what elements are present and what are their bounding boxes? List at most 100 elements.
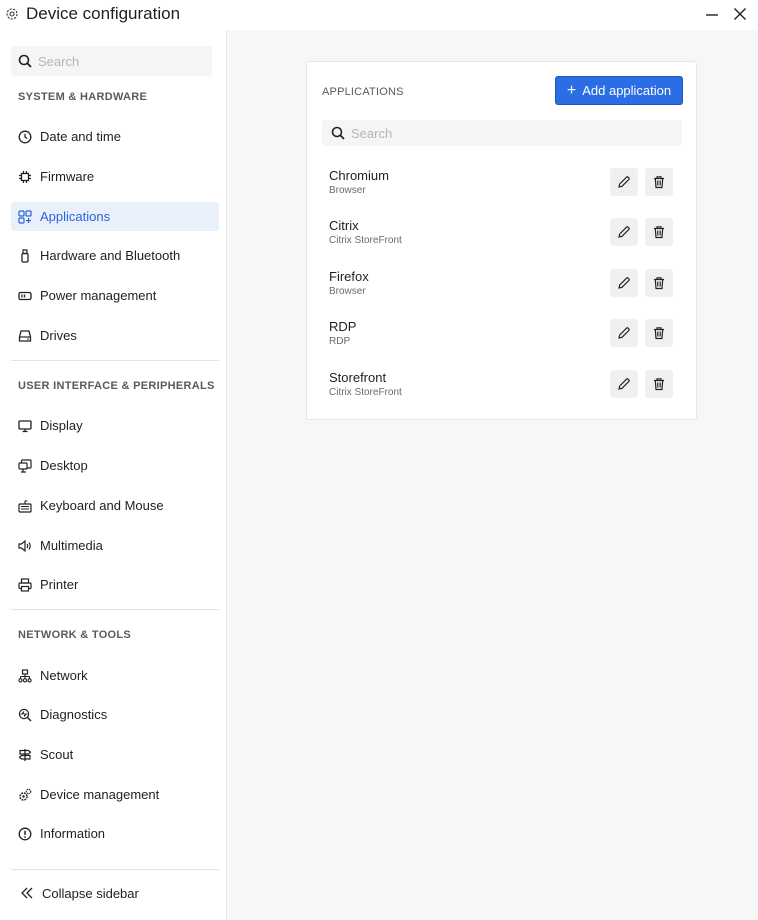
delete-button[interactable] <box>645 319 673 347</box>
applications-card: APPLICATIONS + Add application Chromium … <box>306 61 697 420</box>
section-label-system-hardware: SYSTEM & HARDWARE <box>18 91 148 103</box>
monitor-icon <box>17 418 33 434</box>
title-bar: Device configuration <box>0 0 758 30</box>
sidebar-item-applications[interactable]: Applications <box>11 202 219 231</box>
minimize-button[interactable] <box>703 5 721 23</box>
sidebar-item-label: Firmware <box>40 169 95 184</box>
double-chevron-left-icon <box>20 886 34 900</box>
list-item-chromium: Chromium Browser <box>322 163 682 203</box>
battery-icon <box>17 288 33 304</box>
sidebar-item-information[interactable]: Information <box>11 819 219 848</box>
sidebar-item-device-management[interactable]: Device management <box>11 780 219 809</box>
sidebar-search-input[interactable] <box>38 53 198 69</box>
sidebar-footer-divider <box>11 869 219 870</box>
section-label-network-tools: NETWORK & TOOLS <box>18 629 132 641</box>
sidebar-item-label: Display <box>40 418 83 433</box>
sidebar-item-firmware[interactable]: Firmware <box>11 162 219 191</box>
sidebar-item-label: Drives <box>40 328 77 343</box>
sidebar-item-label: Keyboard and Mouse <box>40 498 164 513</box>
sidebar-item-label: Device management <box>40 787 160 802</box>
sidebar-item-hardware-and-bluetooth[interactable]: Hardware and Bluetooth <box>11 241 219 270</box>
sidebar-item-label: Information <box>40 826 106 841</box>
edit-button[interactable] <box>610 319 638 347</box>
pencil-icon <box>618 378 630 390</box>
delete-button[interactable] <box>645 168 673 196</box>
list-item-citrix: Citrix Citrix StoreFront <box>322 213 682 253</box>
delete-button[interactable] <box>645 370 673 398</box>
edit-button[interactable] <box>610 269 638 297</box>
app-name: Chromium <box>329 168 389 183</box>
sidebar-item-label: Date and time <box>40 129 121 144</box>
app-type: Browser <box>329 185 366 196</box>
plus-icon: + <box>566 81 577 99</box>
sidebar-item-keyboard-and-mouse[interactable]: Keyboard and Mouse <box>11 491 219 520</box>
app-name: Firefox <box>329 269 369 284</box>
chip-icon <box>17 169 33 185</box>
sidebar-item-multimedia[interactable]: Multimedia <box>11 531 219 560</box>
sidebar-item-power-management[interactable]: Power management <box>11 281 219 310</box>
usb-icon <box>17 248 33 264</box>
section-divider <box>11 360 219 361</box>
collapse-sidebar-label: Collapse sidebar <box>42 885 139 901</box>
apps-icon <box>17 209 33 225</box>
applications-search-input[interactable] <box>351 125 651 141</box>
trash-icon <box>654 277 664 290</box>
pencil-icon <box>618 226 630 238</box>
pencil-icon <box>618 327 630 339</box>
app-type: RDP <box>329 336 351 347</box>
sidebar-item-diagnostics[interactable]: Diagnostics <box>11 700 219 729</box>
info-icon <box>17 826 33 842</box>
list-item-firefox: Firefox Browser <box>322 264 682 304</box>
add-application-button[interactable]: + Add application <box>555 76 683 105</box>
app-name: Storefront <box>329 370 387 385</box>
minimize-icon <box>706 14 718 16</box>
sidebar: SYSTEM & HARDWARE Date and time Firmware… <box>0 30 227 920</box>
search-icon <box>18 54 32 68</box>
sidebar-item-label: Diagnostics <box>40 707 108 722</box>
sidebar-item-drives[interactable]: Drives <box>11 321 219 350</box>
clock-icon <box>17 129 33 145</box>
sidebar-item-label: Power management <box>40 288 157 303</box>
gears-icon <box>17 787 33 803</box>
collapse-sidebar-button[interactable]: Collapse sidebar <box>11 879 219 907</box>
sidebar-item-network[interactable]: Network <box>11 661 219 690</box>
edit-button[interactable] <box>610 168 638 196</box>
app-type: Browser <box>329 286 366 297</box>
network-icon <box>17 668 33 684</box>
sidebar-item-date-and-time[interactable]: Date and time <box>11 122 219 151</box>
edit-button[interactable] <box>610 218 638 246</box>
keyboard-icon <box>17 498 33 514</box>
sidebar-item-label: Applications <box>40 209 111 224</box>
applications-search[interactable] <box>322 120 682 146</box>
trash-icon <box>654 176 664 189</box>
app-type: Citrix StoreFront <box>329 387 402 398</box>
sidebar-item-label: Printer <box>40 577 79 592</box>
close-icon <box>734 8 746 20</box>
desktop-icon <box>17 458 33 474</box>
sidebar-search[interactable] <box>11 46 212 76</box>
sidebar-item-desktop[interactable]: Desktop <box>11 451 219 480</box>
close-button[interactable] <box>731 5 749 23</box>
delete-button[interactable] <box>645 218 673 246</box>
sidebar-item-label: Hardware and Bluetooth <box>40 248 181 263</box>
drive-icon <box>17 328 33 344</box>
pencil-icon <box>618 176 630 188</box>
printer-icon <box>17 577 33 593</box>
sidebar-item-scout[interactable]: Scout <box>11 740 219 769</box>
section-divider <box>11 609 219 610</box>
sidebar-item-display[interactable]: Display <box>11 411 219 440</box>
list-item-storefront: Storefront Citrix StoreFront <box>322 365 682 405</box>
sidebar-item-label: Network <box>40 668 88 683</box>
app-type: Citrix StoreFront <box>329 235 402 246</box>
section-label-user-interface-peripherals: USER INTERFACE & PERIPHERALS <box>18 380 215 392</box>
delete-button[interactable] <box>645 269 673 297</box>
speaker-icon <box>17 538 33 554</box>
trash-icon <box>654 226 664 239</box>
main-content: APPLICATIONS + Add application Chromium … <box>227 30 758 920</box>
app-name: Citrix <box>329 218 359 233</box>
app-name: RDP <box>329 319 357 334</box>
sidebar-item-printer[interactable]: Printer <box>11 570 219 599</box>
sidebar-item-label: Scout <box>40 747 74 762</box>
gear-icon <box>5 7 19 21</box>
edit-button[interactable] <box>610 370 638 398</box>
